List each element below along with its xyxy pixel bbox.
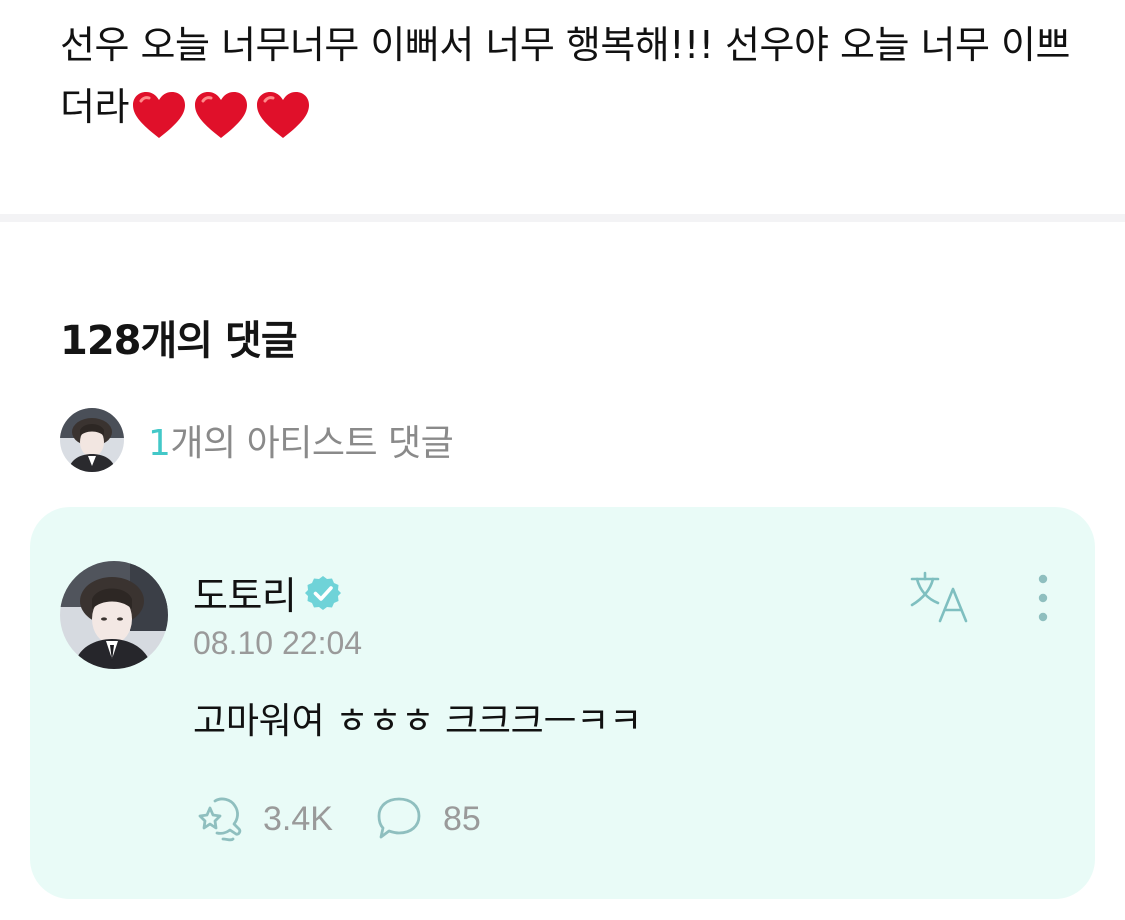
author-avatar[interactable] (60, 561, 168, 669)
translate-icon[interactable] (908, 569, 974, 625)
comments-count-heading: 128개의 댓글 (60, 318, 298, 364)
like-count: 3.4K (263, 799, 333, 838)
heart-icon (256, 91, 309, 138)
author-name[interactable]: 도토리 (193, 565, 297, 620)
more-vertical-icon[interactable] (1025, 571, 1061, 625)
artist-comments-filter[interactable]: 1개의 아티스트 댓글 (60, 408, 454, 472)
verified-badge-icon (305, 575, 342, 610)
artist-comment-card: 도토리 08.10 22:04 고마워여 ㅎㅎㅎ 크크크ㅡㅋㅋ 3.4K 85 (30, 507, 1095, 899)
reply-button[interactable]: 85 (373, 793, 481, 845)
comment-body: 고마워여 ㅎㅎㅎ 크크크ㅡㅋㅋ (193, 701, 642, 742)
artist-comments-label: 1개의 아티스트 댓글 (148, 414, 454, 466)
comment-actions: 3.4K 85 (193, 793, 481, 845)
author-line: 도토리 (193, 565, 342, 620)
heart-icon (194, 91, 247, 138)
artist-comment-text: 개의 아티스트 댓글 (170, 423, 454, 464)
like-button[interactable]: 3.4K (193, 793, 333, 845)
reaction-icon (198, 797, 242, 842)
section-divider (0, 214, 1125, 222)
heart-emojis (131, 82, 317, 144)
artist-comment-count: 1 (148, 423, 171, 464)
comment-timestamp: 08.10 22:04 (193, 625, 363, 661)
heart-icon (132, 91, 185, 138)
reply-count: 85 (442, 799, 481, 838)
artist-avatar (60, 408, 124, 472)
post-text: 선우 오늘 너무너무 이뻐서 너무 행복해!!! 선우야 오늘 너무 이쁘더라 (60, 14, 1070, 144)
comment-bubble-icon (377, 797, 421, 839)
